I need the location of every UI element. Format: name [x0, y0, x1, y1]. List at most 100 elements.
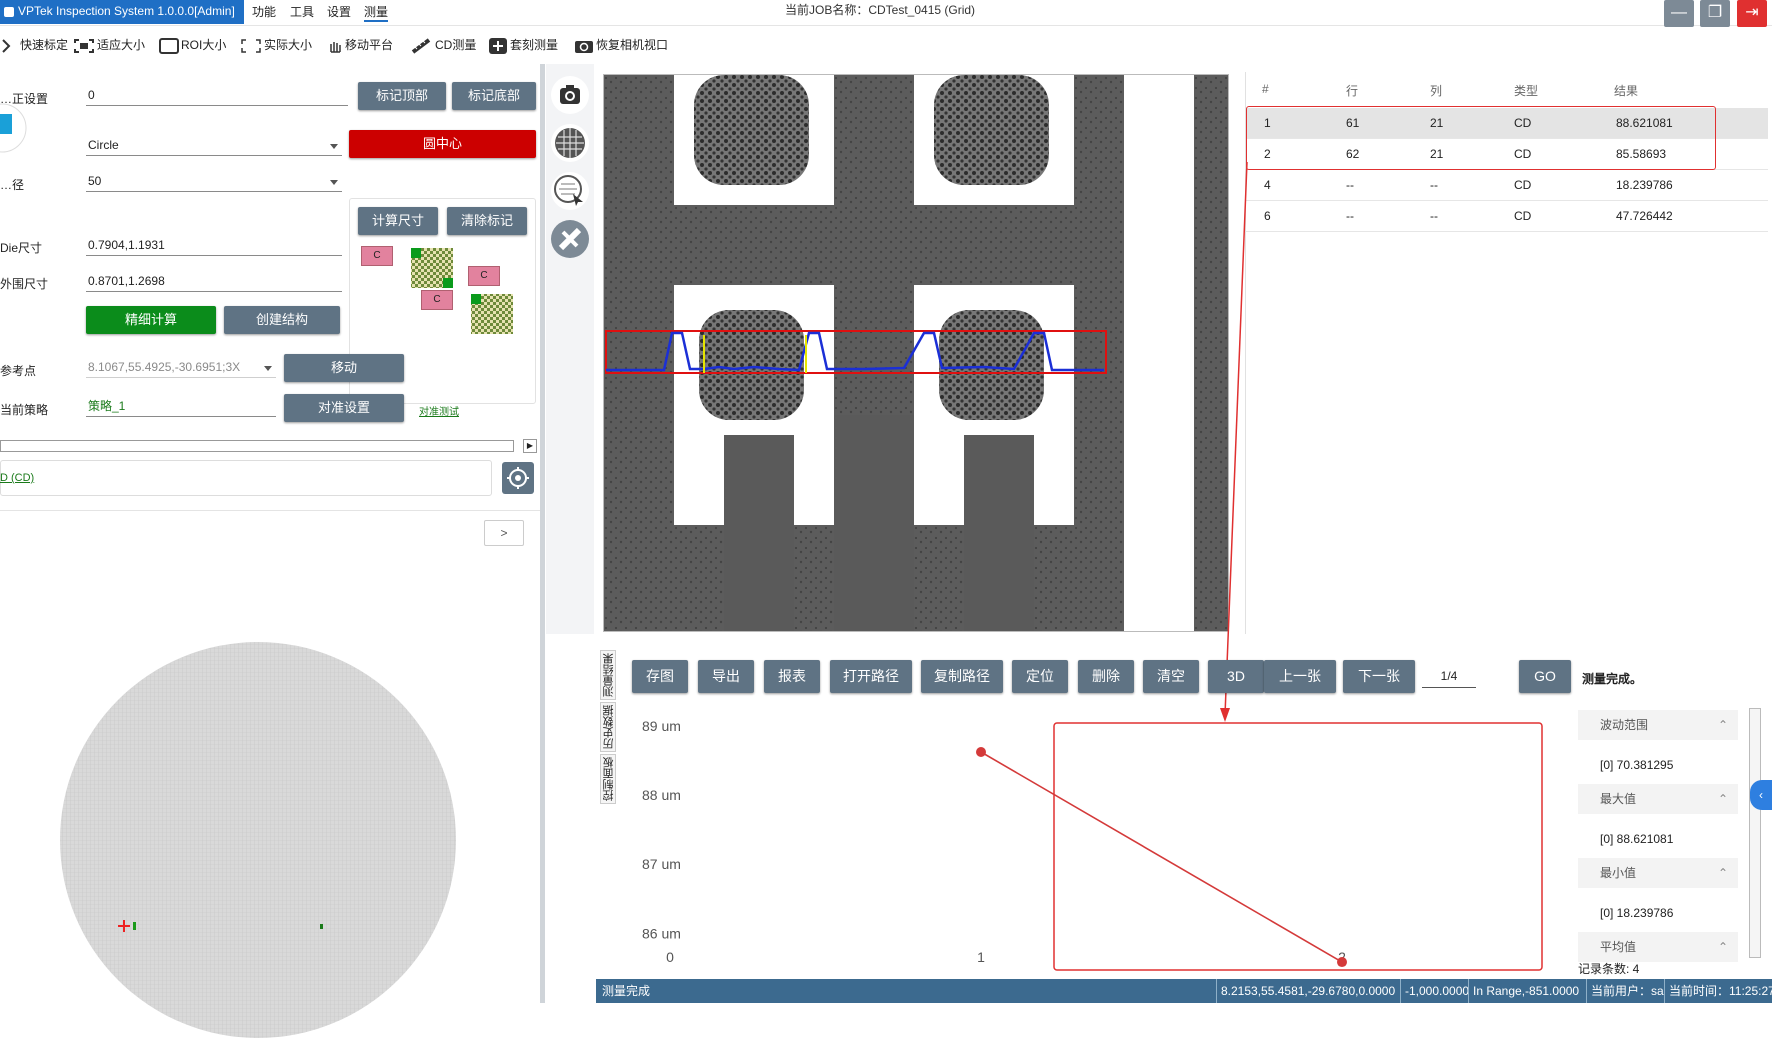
menu-function[interactable]: 功能 — [252, 3, 276, 20]
prev-button[interactable]: 上一张 — [1264, 660, 1336, 693]
c-tag-1[interactable]: C — [361, 246, 393, 266]
chart-highlight-box — [1053, 722, 1543, 971]
save-image-button[interactable]: 存图 — [632, 660, 688, 693]
copy-path-button[interactable]: 复制路径 — [921, 660, 1003, 693]
collapse-up-icon: ⌃ — [1717, 866, 1728, 880]
row1-input[interactable]: 0 — [86, 84, 348, 106]
avg-header[interactable]: 平均值 ⌃ — [1578, 932, 1738, 962]
col-header-type: 类型 — [1514, 84, 1539, 98]
refresh-button[interactable] — [502, 462, 534, 494]
stats-scrollbar[interactable] — [1749, 708, 1761, 958]
results-table: # 行 列 类型 结果 1 61 21 CD 88.621081 2 62 21… — [1245, 72, 1768, 634]
status-left: 测量完成 — [602, 984, 651, 998]
fine-calc-button[interactable]: 精细计算 — [86, 306, 216, 334]
open-path-button[interactable]: 打开路径 — [830, 660, 912, 693]
create-structure-button[interactable]: 创建结构 — [224, 306, 340, 334]
mark-bottom-button[interactable]: 标记底部 — [452, 82, 536, 110]
next-button[interactable]: 下一张 — [1343, 660, 1415, 693]
shape-select[interactable]: Circle — [86, 134, 342, 156]
exit-button[interactable]: ⇥ — [1737, 0, 1767, 27]
wafer-cursor-icon — [554, 175, 583, 206]
actual-size-button[interactable]: 实际大小 — [240, 36, 312, 54]
left-panel: …正设置 0 标记顶部 标记底部 Circle 圆中心 …径 50 计算尺寸 清… — [0, 64, 540, 1038]
row1-label: …正设置 — [0, 92, 49, 106]
strategy-input[interactable]: 策略_1 — [86, 395, 276, 417]
wafer-select-button[interactable] — [551, 172, 589, 210]
table-row[interactable]: 4 -- -- CD 18.239786 — [1246, 170, 1768, 201]
clear-marks-button[interactable]: 清除标记 — [447, 207, 527, 235]
cd-measure-label: CD测量 — [435, 38, 477, 52]
reference-label: 参考点 — [0, 364, 37, 378]
range-header[interactable]: 波动范围 ⌃ — [1578, 710, 1738, 740]
edit-button[interactable] — [551, 220, 589, 258]
align-test-link[interactable]: 对准测试 — [419, 403, 459, 418]
tab-control-panel[interactable]: 控制面板 — [600, 754, 616, 804]
c-tag-1-label: C — [373, 250, 381, 261]
restore-camera-button[interactable]: 恢复相机视口 — [574, 36, 668, 54]
camera-button[interactable] — [551, 76, 589, 114]
scroll-right-button[interactable]: ▶ — [523, 439, 537, 453]
move-stage-button[interactable]: 移动平台 — [325, 36, 393, 54]
page-input[interactable]: 1/4 — [1422, 664, 1476, 688]
circle-center-button[interactable]: 圆中心 — [349, 130, 536, 158]
overlay-measure-button[interactable]: 套刻测量 — [488, 36, 558, 54]
menu-measure[interactable]: 测量 — [364, 3, 389, 22]
report-button[interactable]: 报表 — [764, 660, 820, 693]
tab-history[interactable]: 历史数据 — [600, 702, 616, 752]
grid-button[interactable] — [551, 124, 589, 162]
data-point[interactable] — [976, 747, 986, 758]
status-bar: 测量完成 8.2153,55.4581,-29.6780,0.0000 -1,0… — [596, 979, 1772, 1003]
collapse-up-icon: ⌃ — [1717, 718, 1728, 732]
gear-refresh-icon — [507, 467, 529, 489]
job-title: 当前JOB名称：CDTest_0415 (Grid) — [785, 3, 976, 17]
export-button[interactable]: 导出 — [698, 660, 754, 693]
align-settings-button[interactable]: 对准设置 — [284, 394, 404, 422]
delete-button[interactable]: 删除 — [1078, 660, 1134, 693]
die-size-input[interactable]: 0.7904,1.1931 — [86, 234, 342, 256]
expand-button[interactable]: > — [484, 520, 524, 546]
min-header[interactable]: 最小值 ⌃ — [1578, 858, 1738, 888]
fit-size-button[interactable]: 适应大小 — [73, 36, 145, 54]
data-point[interactable] — [1337, 957, 1347, 968]
exit-icon: ⇥ — [1745, 4, 1759, 21]
x-tick-label: 0 — [666, 949, 674, 965]
cd-list-box — [0, 460, 492, 496]
minimize-button[interactable]: — — [1664, 0, 1694, 27]
range-value: [0] 70.381295 — [1600, 758, 1674, 772]
maximize-button[interactable]: ❐ — [1700, 0, 1730, 27]
cd-measure-button[interactable]: CD测量 — [411, 36, 476, 54]
locate-button[interactable]: 定位 — [1012, 660, 1068, 693]
cell-type: CD — [1514, 209, 1532, 223]
radius-select[interactable]: 50 — [86, 170, 342, 192]
menu-tools[interactable]: 工具 — [290, 3, 314, 20]
horizontal-scrollbar[interactable] — [0, 440, 514, 452]
arrow-right-icon: ▶ — [526, 441, 534, 450]
cd-list-item[interactable]: D (CD) — [0, 472, 34, 484]
move-stage-label: 移动平台 — [345, 38, 394, 52]
image-viewer[interactable] — [603, 74, 1229, 632]
side-collapse-button[interactable]: ‹ — [1750, 780, 1772, 810]
max-value: [0] 88.621081 — [1600, 832, 1674, 846]
calc-size-button[interactable]: 计算尺寸 — [358, 207, 438, 235]
menu-settings[interactable]: 设置 — [327, 3, 351, 20]
actual-size-label: 实际大小 — [264, 38, 313, 52]
c-tag-3[interactable]: C — [421, 290, 453, 310]
3d-button[interactable]: 3D — [1208, 660, 1264, 693]
roi-size-button[interactable]: ROI大小 — [159, 36, 226, 54]
go-button[interactable]: GO — [1519, 660, 1571, 693]
mark-top-button[interactable]: 标记顶部 — [358, 82, 446, 110]
max-header[interactable]: 最大值 ⌃ — [1578, 784, 1738, 814]
move-button[interactable]: 移动 — [284, 354, 404, 382]
c-tag-2[interactable]: C — [468, 266, 500, 286]
cell-result: 18.239786 — [1616, 178, 1673, 192]
wafer-map[interactable] — [58, 640, 458, 1040]
panel-splitter[interactable] — [540, 64, 545, 1003]
quick-calibrate-button[interactable]: 快速标定 — [0, 36, 68, 54]
roi-size-label: ROI大小 — [181, 38, 227, 52]
table-row[interactable]: 6 -- -- CD 47.726442 — [1246, 201, 1768, 232]
outer-size-input[interactable]: 0.8701,1.2698 — [86, 270, 342, 292]
chevron-left-icon: ‹ — [1759, 788, 1763, 802]
clear-button[interactable]: 清空 — [1143, 660, 1199, 693]
reference-select[interactable]: 8.1067,55.4925,-30.6951;3X — [86, 356, 276, 378]
ruler-icon — [411, 38, 431, 54]
